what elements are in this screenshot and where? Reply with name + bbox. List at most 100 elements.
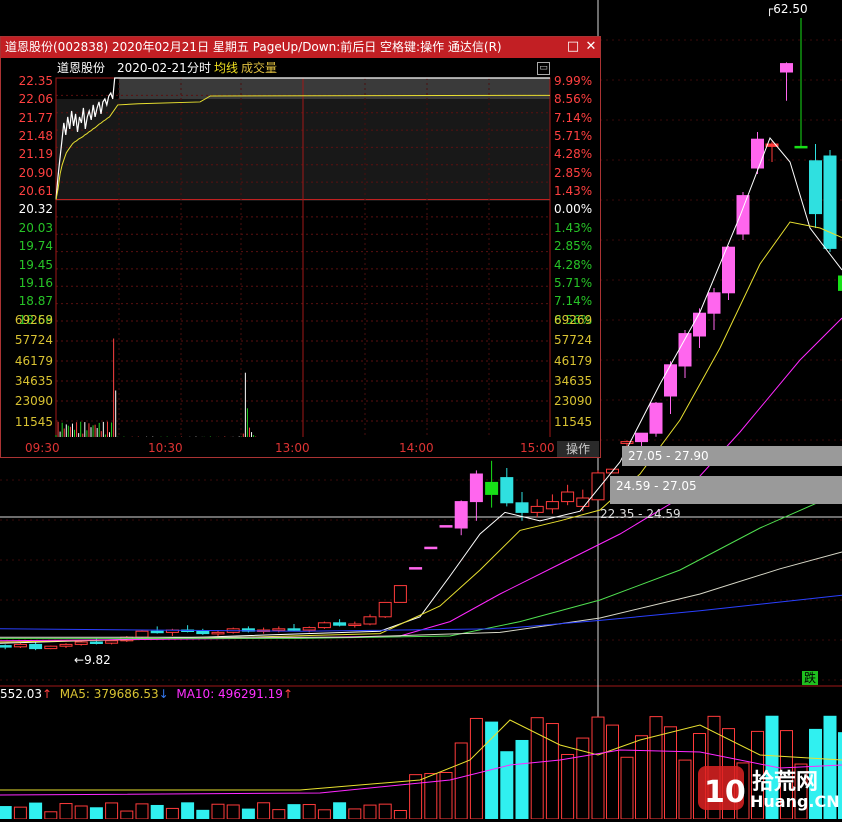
price-tick-left: 20.61: [1, 185, 53, 198]
candle-body: [562, 492, 574, 502]
watermark-logo: 10 拾荒网 Huang.CN: [698, 758, 840, 818]
volume-bar: [60, 804, 72, 819]
candle-body: [501, 478, 513, 503]
candle-body: [694, 313, 706, 336]
time-tick: 14:00: [399, 441, 434, 455]
price-tick-left: 21.48: [1, 130, 53, 143]
volume-bar: [14, 807, 26, 819]
volume-indicator-bar: 552.03↑ MA5: 379686.53↓ MA10: 496291.19↑: [0, 687, 293, 701]
volume-bar: [0, 807, 11, 819]
candle-body: [197, 631, 209, 633]
price-tick-left: 20.32: [1, 203, 53, 216]
candle-body: [781, 64, 793, 72]
price-tick-left: 22.06: [1, 93, 53, 106]
candle-body: [75, 642, 87, 644]
price-tick-right: 5.71%: [554, 277, 600, 290]
volume-bar: [546, 724, 558, 819]
ma5-arrow-icon: ↓: [159, 687, 169, 701]
volume-tick: 11545: [554, 416, 600, 429]
candle-body: [621, 442, 633, 444]
candle-body: [440, 526, 452, 528]
candle-body: [636, 433, 648, 441]
time-tick: 13:00: [275, 441, 310, 455]
volume-bar: [531, 718, 543, 819]
time-tick: 10:30: [148, 441, 183, 455]
candle-body: [708, 293, 720, 313]
candle-body: [303, 628, 315, 630]
candle-body: [14, 644, 26, 646]
volume-bar: [227, 805, 239, 819]
price-tick-right: 7.14%: [554, 295, 600, 308]
candle-body: [0, 646, 11, 648]
candle-body: [531, 506, 543, 512]
volume-bar: [303, 805, 315, 819]
volume-tick: 23090: [1, 395, 53, 408]
low-marker-icon: ←: [74, 653, 84, 667]
volume-bar: [665, 727, 677, 819]
volume-bar: [650, 717, 662, 819]
low-price-label: ←9.82: [74, 653, 111, 667]
watermark-logo-text: 10: [704, 775, 746, 810]
candle-body: [394, 586, 406, 603]
volume-tick: 46179: [1, 355, 53, 368]
time-tick: 15:00: [520, 441, 555, 455]
volume-bar: [562, 754, 574, 819]
candle-body: [136, 631, 148, 637]
candle-body: [364, 617, 376, 624]
volume-bar: [45, 812, 57, 819]
volume-tick: 69269: [1, 314, 53, 327]
price-tick-right: 1.43%: [554, 222, 600, 235]
candle-body: [379, 602, 391, 616]
volume-bar: [379, 804, 391, 819]
volume-bar: [394, 811, 406, 819]
volume-bar: [501, 752, 513, 819]
price-tick-left: 18.87: [1, 295, 53, 308]
volume-bar: [288, 805, 300, 819]
volume-tick: 57724: [554, 334, 600, 347]
candle-body: [151, 631, 163, 633]
watermark-domain: Huang.CN: [750, 792, 840, 811]
price-tick-right: 4.28%: [554, 259, 600, 272]
price-tick-left: 19.45: [1, 259, 53, 272]
candle-body: [349, 624, 361, 626]
candle-body: [546, 502, 558, 509]
operate-button[interactable]: 操作: [557, 441, 599, 457]
candle-body: [752, 139, 764, 168]
price-tick-left: 20.90: [1, 167, 53, 180]
price-tick-right: 0.00%: [554, 203, 600, 216]
price-tick-right: 4.28%: [554, 148, 600, 161]
price-band-3: 22.35 - 24.59: [600, 507, 681, 521]
ma10-arrow-icon: ↑: [283, 687, 293, 701]
intraday-popup-window[interactable]: 道恩股份(002838) 2020年02月21日 星期五 PageUp/Down…: [0, 36, 601, 458]
candle-body: [665, 365, 677, 396]
candle-body: [795, 146, 807, 148]
volume-bar: [636, 736, 648, 819]
volume-bar: [273, 810, 285, 819]
candle-body: [737, 196, 749, 234]
ma120-line: [0, 595, 842, 631]
volume-bar: [364, 805, 376, 819]
volume-bar: [106, 803, 118, 819]
price-band-1: 27.05 - 27.90: [622, 446, 842, 466]
ma30-line: [0, 492, 842, 638]
volume-bar: [679, 760, 691, 819]
volume-bar: [334, 803, 346, 819]
price-tick-right: 7.14%: [554, 112, 600, 125]
volume-bar: [607, 725, 619, 819]
volume-bar: [470, 718, 482, 819]
price-tick-right: 8.56%: [554, 93, 600, 106]
price-tick-right: 5.71%: [554, 130, 600, 143]
candle-body: [592, 473, 604, 500]
volume-tick: 34635: [554, 375, 600, 388]
volume-bar: [425, 774, 437, 819]
price-tick-left: 21.77: [1, 112, 53, 125]
volume-bar: [621, 757, 633, 819]
candle-body: [30, 644, 42, 648]
intraday-chart: [1, 37, 600, 437]
volume-bar: [75, 806, 87, 819]
candle-body: [106, 641, 118, 643]
price-tick-left: 19.74: [1, 240, 53, 253]
candle-body: [45, 646, 57, 648]
candle-body: [455, 502, 467, 528]
volume-bar: [592, 717, 604, 819]
